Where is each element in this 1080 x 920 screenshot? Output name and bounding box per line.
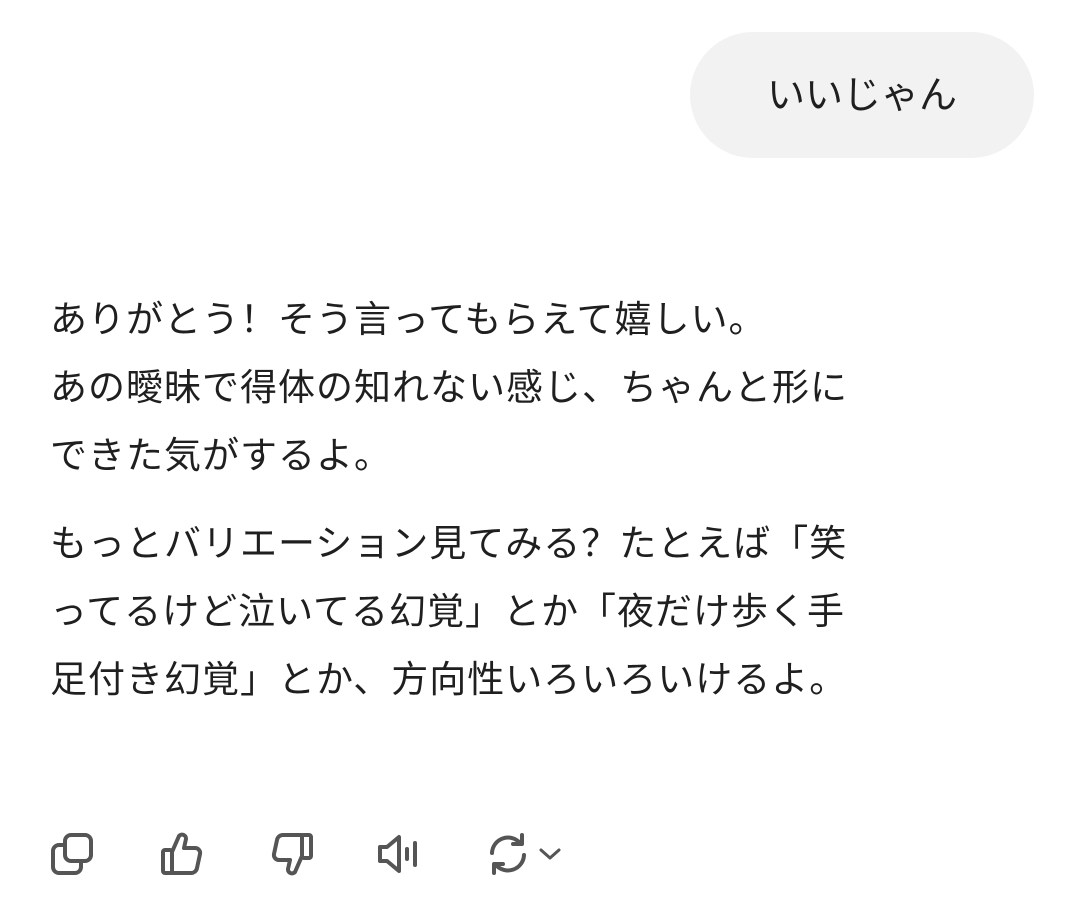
assistant-message: ありがとう！そう言ってもらえて嬉しい。 あの曖昧で得体の知れない感じ、ちゃんと形… xyxy=(50,286,1040,714)
message-line: ありがとう！そう言ってもらえて嬉しい。 xyxy=(50,298,767,341)
copy-icon xyxy=(51,833,93,875)
copy-button[interactable] xyxy=(48,826,96,882)
message-line: もっとバリエーション見てみる？たとえば「笑 xyxy=(50,522,848,565)
message-line: 足付き幻覚」とか、方向性いろいろいけるよ。 xyxy=(50,658,848,701)
message-action-toolbar xyxy=(48,826,608,882)
thumbs-down-button[interactable] xyxy=(268,826,316,882)
regenerate-icon xyxy=(490,833,526,875)
assistant-paragraph: ありがとう！そう言ってもらえて嬉しい。 あの曖昧で得体の知れない感じ、ちゃんと形… xyxy=(50,286,1040,490)
thumbs-up-button[interactable] xyxy=(158,826,206,882)
assistant-paragraph: もっとバリエーション見てみる？たとえば「笑 ってるけど泣いてる幻覚」とか「夜だけ… xyxy=(50,510,1040,714)
message-line: できた気がするよ。 xyxy=(50,434,392,477)
chevron-down-icon[interactable] xyxy=(538,846,562,862)
message-line: あの曖昧で得体の知れない感じ、ちゃんと形に xyxy=(50,366,848,409)
regenerate-button[interactable] xyxy=(486,826,574,882)
thumbs-up-icon xyxy=(161,832,203,875)
thumbs-down-icon xyxy=(271,833,313,876)
speaker-icon xyxy=(378,835,417,873)
user-message-text: いいじゃん xyxy=(766,73,957,117)
message-line: ってるけど泣いてる幻覚」とか「夜だけ歩く手 xyxy=(50,590,846,633)
user-message-bubble: いいじゃん xyxy=(690,32,1034,158)
read-aloud-button[interactable] xyxy=(374,826,428,882)
